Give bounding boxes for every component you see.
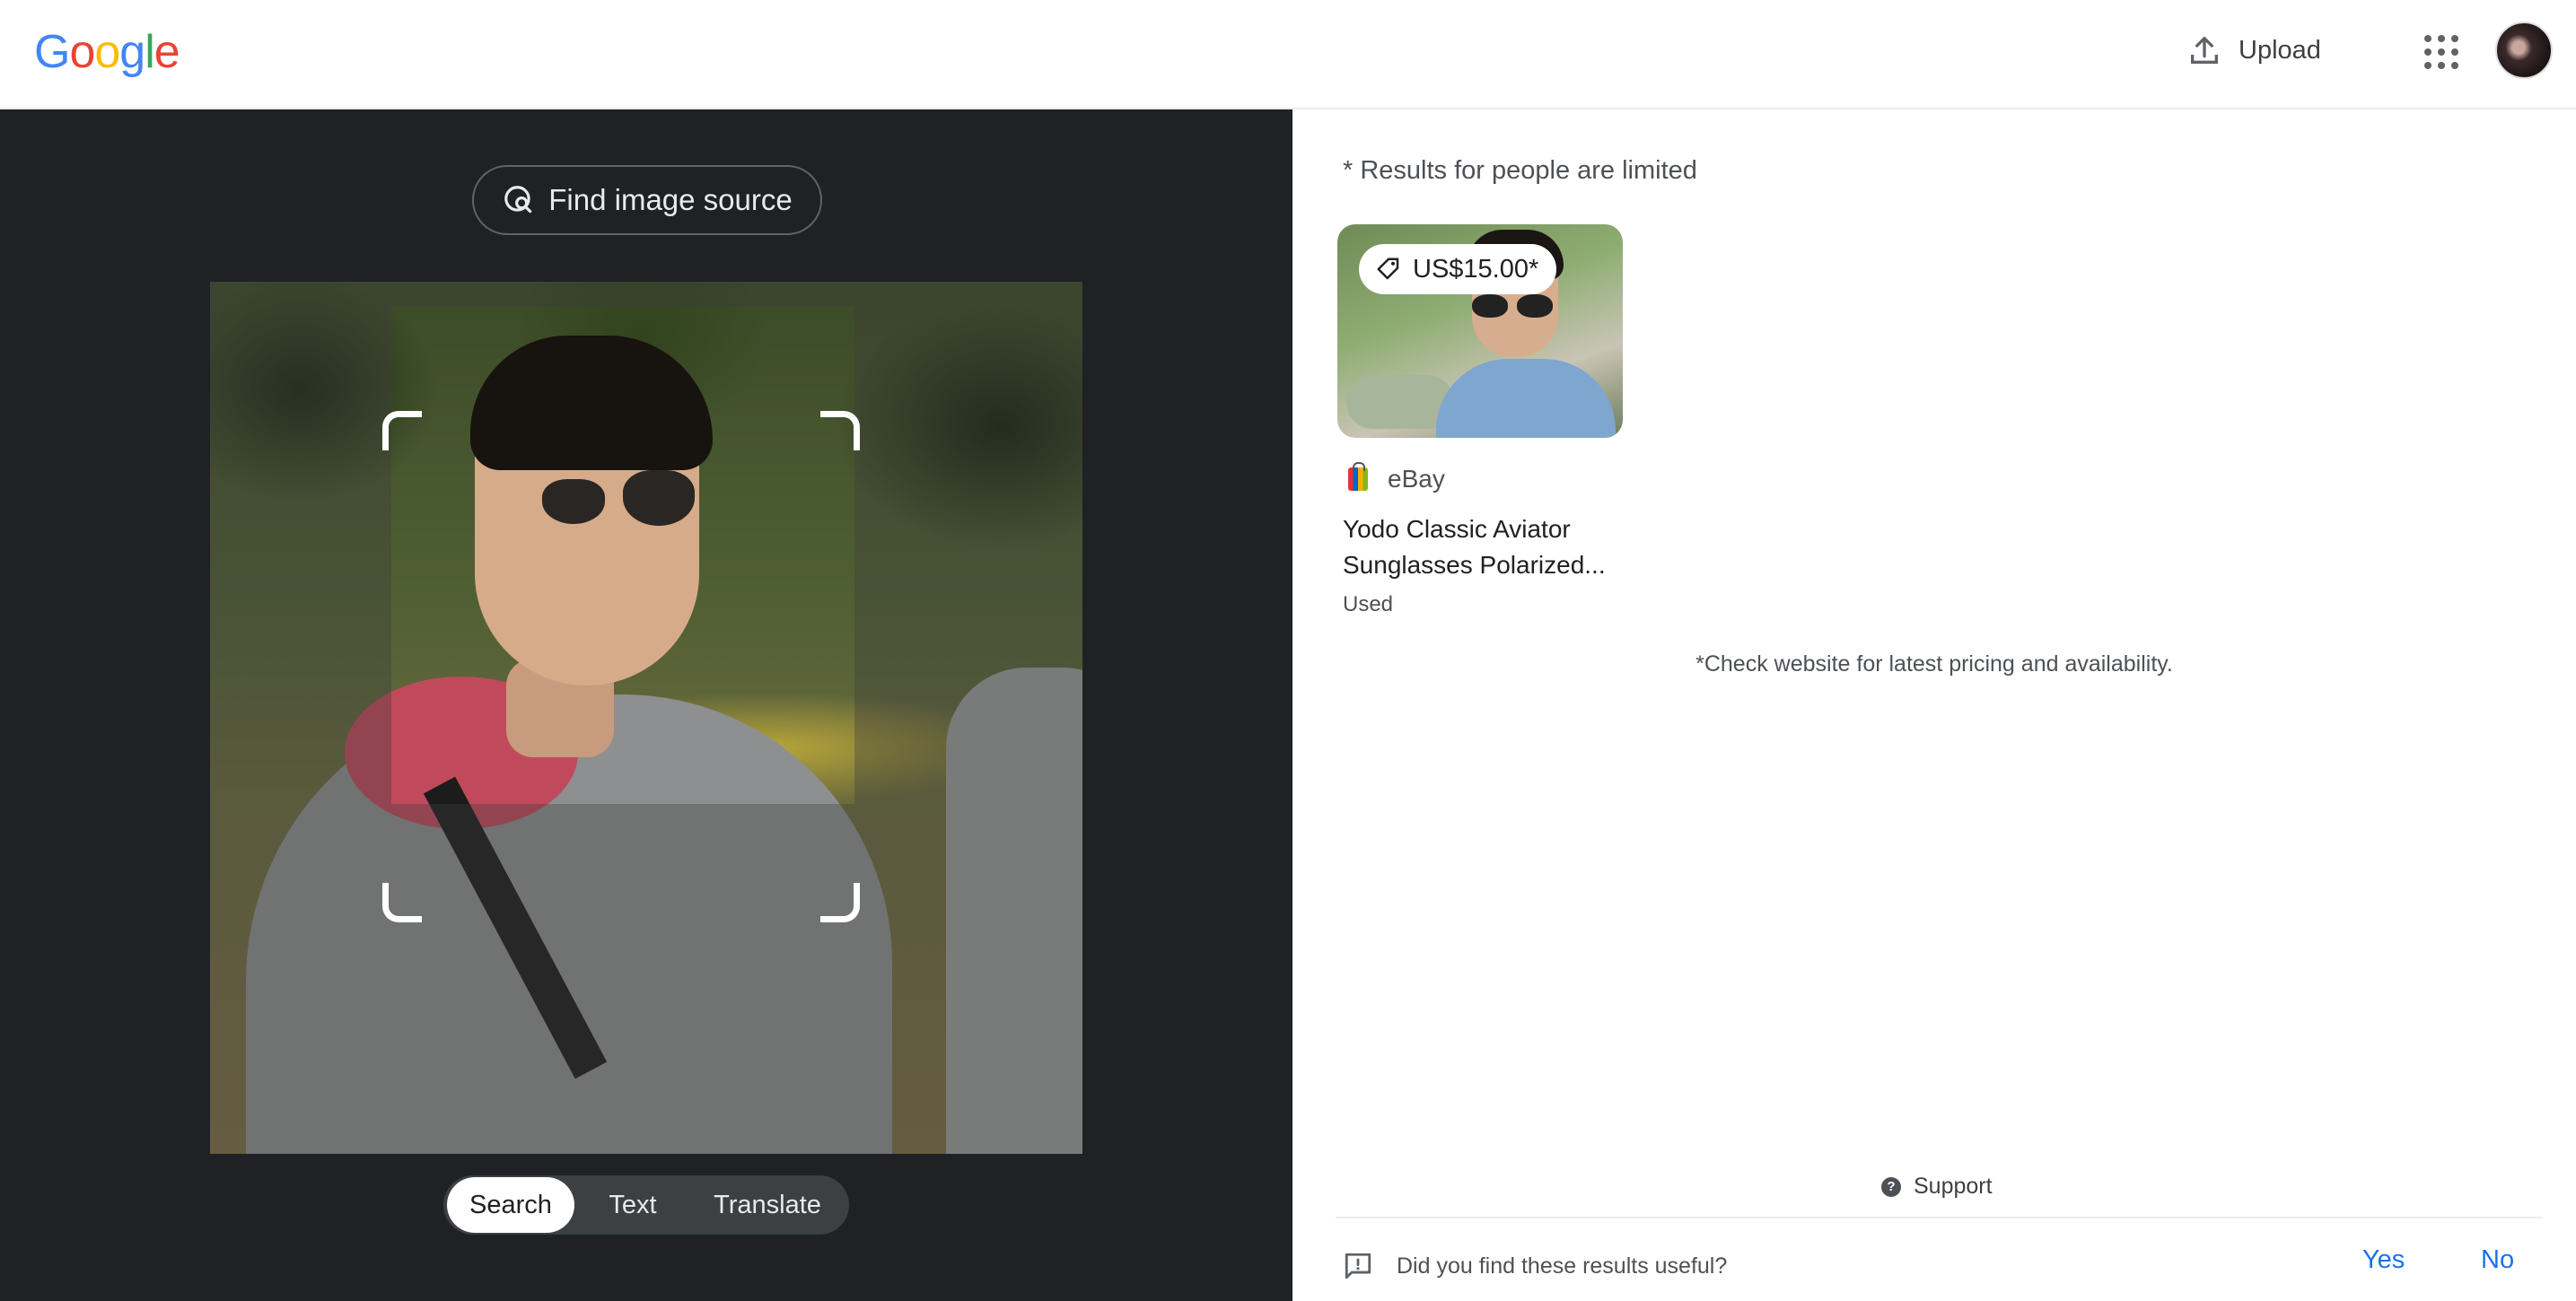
apps-grid-icon[interactable] (2420, 31, 2459, 70)
ebay-shopping-bag-icon (1348, 462, 1368, 491)
feedback-prompt: Did you find these results useful? (1343, 1242, 1727, 1290)
product-card[interactable]: US$15.00* eBay Yodo Classic Aviator Sung… (1337, 224, 1625, 617)
feedback-yes-button[interactable]: Yes (2362, 1245, 2405, 1275)
mode-switcher: Search Text Translate (443, 1175, 849, 1235)
divider (1336, 1217, 2542, 1218)
mode-search-tab[interactable]: Search (447, 1177, 574, 1233)
help-icon: ? (1881, 1176, 1901, 1197)
product-thumbnail[interactable]: US$15.00* (1337, 224, 1623, 438)
mode-translate-tab[interactable]: Translate (691, 1177, 844, 1233)
feedback-icon (1345, 1253, 1371, 1279)
price-badge: US$15.00* (1359, 244, 1557, 294)
mode-text-tab[interactable]: Text (574, 1177, 691, 1233)
upload-label: Upload (2239, 35, 2321, 65)
logo-letter: e (153, 26, 180, 78)
product-title[interactable]: Yodo Classic Aviator Sunglasses Polarize… (1343, 511, 1625, 583)
find-image-source-label: Find image source (548, 183, 793, 216)
crop-handle-bottom-left[interactable] (382, 883, 422, 922)
pricing-disclaimer: *Check website for latest pricing and av… (1695, 651, 2173, 677)
crop-handle-top-left[interactable] (382, 411, 422, 450)
logo-letter: l (145, 26, 155, 78)
logo-letter: o (69, 26, 95, 78)
price-label: US$15.00* (1413, 254, 1539, 284)
product-title-line: Yodo Classic Aviator (1343, 515, 1571, 543)
avatar[interactable] (2495, 22, 2553, 79)
support-label: Support (1914, 1174, 1993, 1199)
feedback-no-button[interactable]: No (2481, 1245, 2514, 1275)
crop-selection-box[interactable] (382, 411, 860, 922)
feedback-question: Did you find these results useful? (1397, 1253, 1728, 1279)
seller-row: eBay (1348, 462, 1625, 493)
top-bar: Google Upload (0, 0, 2576, 109)
support-link[interactable]: ? Support (1881, 1174, 1993, 1200)
logo-letter: g (119, 26, 145, 78)
results-limited-notice: * Results for people are limited (1343, 156, 1697, 185)
results-panel: * Results for people are limited US$15.0… (1292, 109, 2576, 1301)
upload-icon (2191, 37, 2218, 64)
upload-button[interactable]: Upload (2186, 27, 2321, 74)
google-logo[interactable]: Google (34, 25, 180, 79)
logo-letter: o (94, 26, 120, 78)
crop-handle-bottom-right[interactable] (820, 883, 860, 922)
logo-letter: G (34, 26, 70, 78)
find-image-source-button[interactable]: Find image source (472, 165, 822, 235)
image-source-icon (504, 186, 532, 214)
image-panel: Find image source Search Text Translate (0, 109, 1292, 1301)
product-condition: Used (1343, 592, 1394, 616)
product-title-line: Sunglasses Polarized... (1343, 551, 1606, 579)
price-tag-icon (1377, 258, 1399, 280)
crop-handle-top-right[interactable] (820, 411, 860, 450)
seller-name: eBay (1388, 465, 1445, 493)
